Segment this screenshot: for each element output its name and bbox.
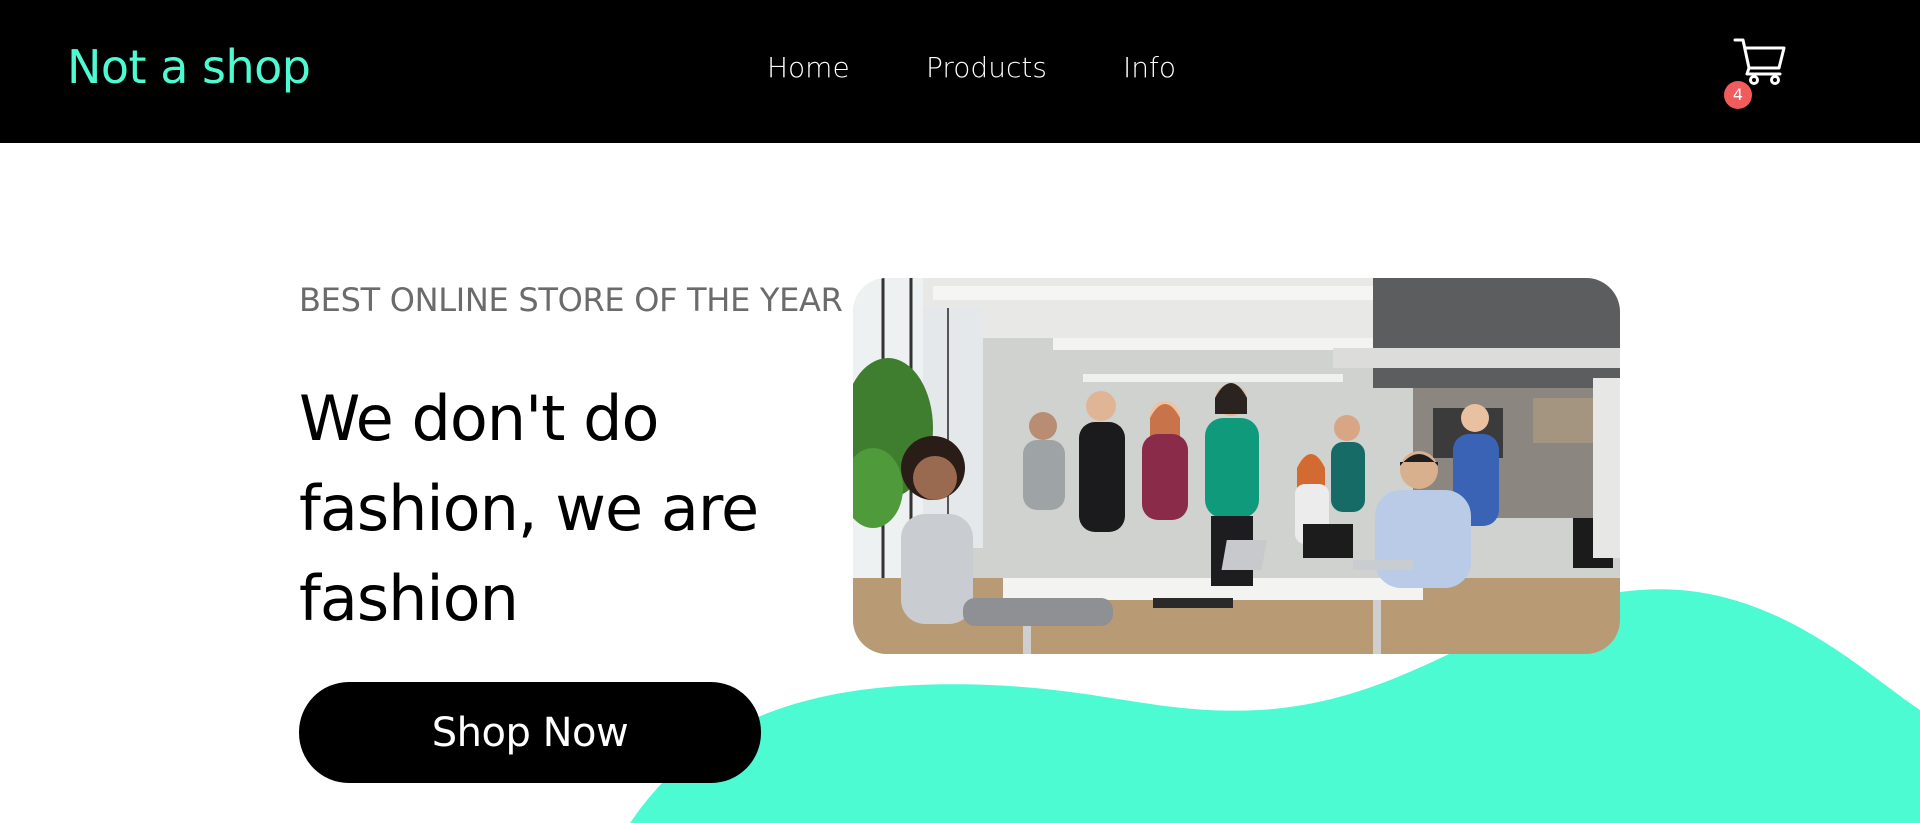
nav-link-info[interactable]: Info — [1123, 51, 1176, 84]
top-navbar: Not a shop Home Products Info 4 — [0, 0, 1920, 143]
hero-image — [853, 278, 1620, 654]
main-nav: Home Products Info — [0, 0, 1920, 143]
nav-link-home[interactable]: Home — [767, 51, 850, 84]
nav-link-products[interactable]: Products — [926, 51, 1047, 84]
page: Not a shop Home Products Info 4 BEST ONL… — [0, 0, 1920, 823]
cart-count-badge: 4 — [1724, 81, 1752, 109]
hero-headline: We don't do fashion, we are fashion — [299, 382, 759, 635]
shop-now-button[interactable]: Shop Now — [299, 682, 761, 783]
team-photo-illustration — [853, 278, 1620, 654]
cart-button[interactable]: 4 — [1724, 36, 1786, 109]
shopping-cart-icon — [1733, 38, 1786, 85]
hero-eyebrow: BEST ONLINE STORE OF THE YEAR — [299, 281, 843, 319]
